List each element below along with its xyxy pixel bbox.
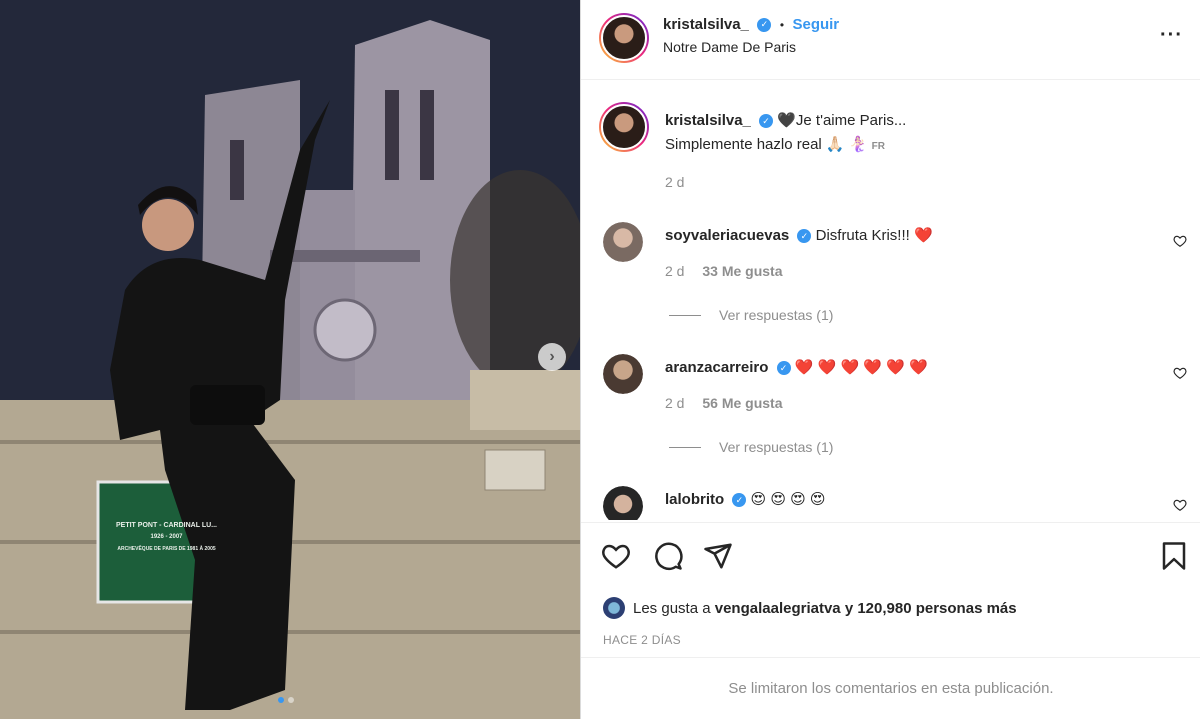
sign-line-1: PETIT PONT - CARDINAL LU... — [116, 522, 217, 529]
verified-badge-icon: ✓ — [797, 229, 812, 244]
replies-divider — [669, 314, 701, 316]
sign-line-3: ARCHEVÊQUE DE PARIS DE 1981 À 2005 — [117, 546, 216, 552]
separator-dot: • — [779, 18, 785, 32]
commenter-username[interactable]: aranzacarreiro — [665, 359, 768, 376]
comments-list[interactable]: kristalsilva_ ✓ 🖤Je t'aime Paris... Simp… — [581, 80, 1200, 520]
caption-time: 2 d — [665, 174, 685, 190]
view-replies-button[interactable]: Ver respuestas (1) — [669, 307, 833, 323]
comment-icon[interactable] — [653, 541, 683, 571]
carousel-dot-2 — [288, 697, 294, 703]
replies-label: Ver respuestas (1) — [719, 439, 834, 455]
comments-limited-notice: Se limitaron los comentarios en esta pub… — [581, 657, 1200, 719]
follow-button[interactable]: Seguir — [792, 16, 839, 33]
author-avatar[interactable] — [599, 13, 649, 63]
caption-line-2: Simplemente hazlo real 🙏🏻 🧜🏻‍♀️ — [665, 136, 868, 153]
post-header: kristalsilva_ ✓ • Seguir Notre Dame De P… — [581, 0, 1200, 80]
verified-badge-icon: ✓ — [759, 114, 774, 129]
post-actions: Les gusta a vengalaalegriatva y 120,980 … — [581, 522, 1200, 647]
verified-badge-icon: ✓ — [776, 361, 791, 376]
carousel-dot-1 — [278, 697, 284, 703]
comment-text: 😍 😍 😍 😍 — [750, 491, 826, 508]
commenter-username[interactable]: lalobrito — [665, 491, 724, 508]
post-timestamp: HACE 2 DÍAS — [603, 633, 681, 647]
notre-dame-photo — [0, 0, 580, 719]
verified-badge-icon: ✓ — [732, 493, 747, 508]
sign-line-2: 1926 - 2007 — [150, 534, 183, 540]
post-photo[interactable]: PETIT PONT - CARDINAL LU... 1926 - 2007 … — [0, 0, 580, 719]
heart-icon[interactable] — [1173, 234, 1187, 248]
heart-icon[interactable] — [1173, 366, 1187, 380]
commenter-avatar[interactable] — [603, 354, 643, 394]
likes-prefix: Les gusta a — [633, 599, 711, 617]
comment-text: ❤️ ❤️ ❤️ ❤️ ❤️ ❤️ — [794, 359, 928, 376]
comment-text: Disfruta Kris!!! ❤️ — [815, 227, 933, 244]
liker-username[interactable]: vengalaalegriatva — [715, 600, 841, 617]
heart-icon[interactable] — [1173, 498, 1187, 512]
more-horizontal-icon[interactable]: ··· — [1160, 24, 1183, 47]
send-icon[interactable] — [703, 541, 733, 571]
replies-divider — [669, 446, 701, 448]
post-location[interactable]: Notre Dame De Paris — [663, 39, 796, 55]
view-replies-button[interactable]: Ver respuestas (1) — [669, 439, 833, 455]
comment-time: 2 d — [665, 395, 685, 411]
translate-badge[interactable]: FR — [872, 141, 885, 152]
carousel-dots — [278, 697, 294, 703]
caption-username[interactable]: kristalsilva_ — [665, 112, 751, 129]
commenter-username[interactable]: soyvaleriacuevas — [665, 227, 789, 244]
commenter-avatar[interactable] — [603, 486, 643, 520]
post-sidebar: kristalsilva_ ✓ • Seguir Notre Dame De P… — [580, 0, 1200, 719]
caption-line-1: 🖤Je t'aime Paris... — [777, 112, 907, 129]
commenter-avatar[interactable] — [603, 222, 643, 262]
likes-suffix: y 120,980 personas más — [844, 599, 1017, 617]
comment-time: 2 d — [665, 263, 685, 279]
likes-summary[interactable]: Les gusta a vengalaalegriatva y 120,980 … — [603, 597, 1017, 619]
liker-avatar — [603, 597, 625, 619]
caption-avatar[interactable] — [599, 102, 649, 152]
chevron-right-icon: › — [549, 348, 555, 365]
carousel-next-button[interactable]: › — [538, 343, 566, 371]
bookmark-icon[interactable] — [1159, 541, 1189, 571]
replies-label: Ver respuestas (1) — [719, 307, 834, 323]
heart-icon[interactable] — [601, 541, 631, 571]
verified-badge-icon: ✓ — [757, 17, 772, 32]
street-sign: PETIT PONT - CARDINAL LU... 1926 - 2007 … — [104, 520, 229, 555]
comment-likes[interactable]: 56 Me gusta — [702, 395, 782, 411]
author-username[interactable]: kristalsilva_ — [663, 16, 749, 33]
comment-likes[interactable]: 33 Me gusta — [702, 263, 782, 279]
